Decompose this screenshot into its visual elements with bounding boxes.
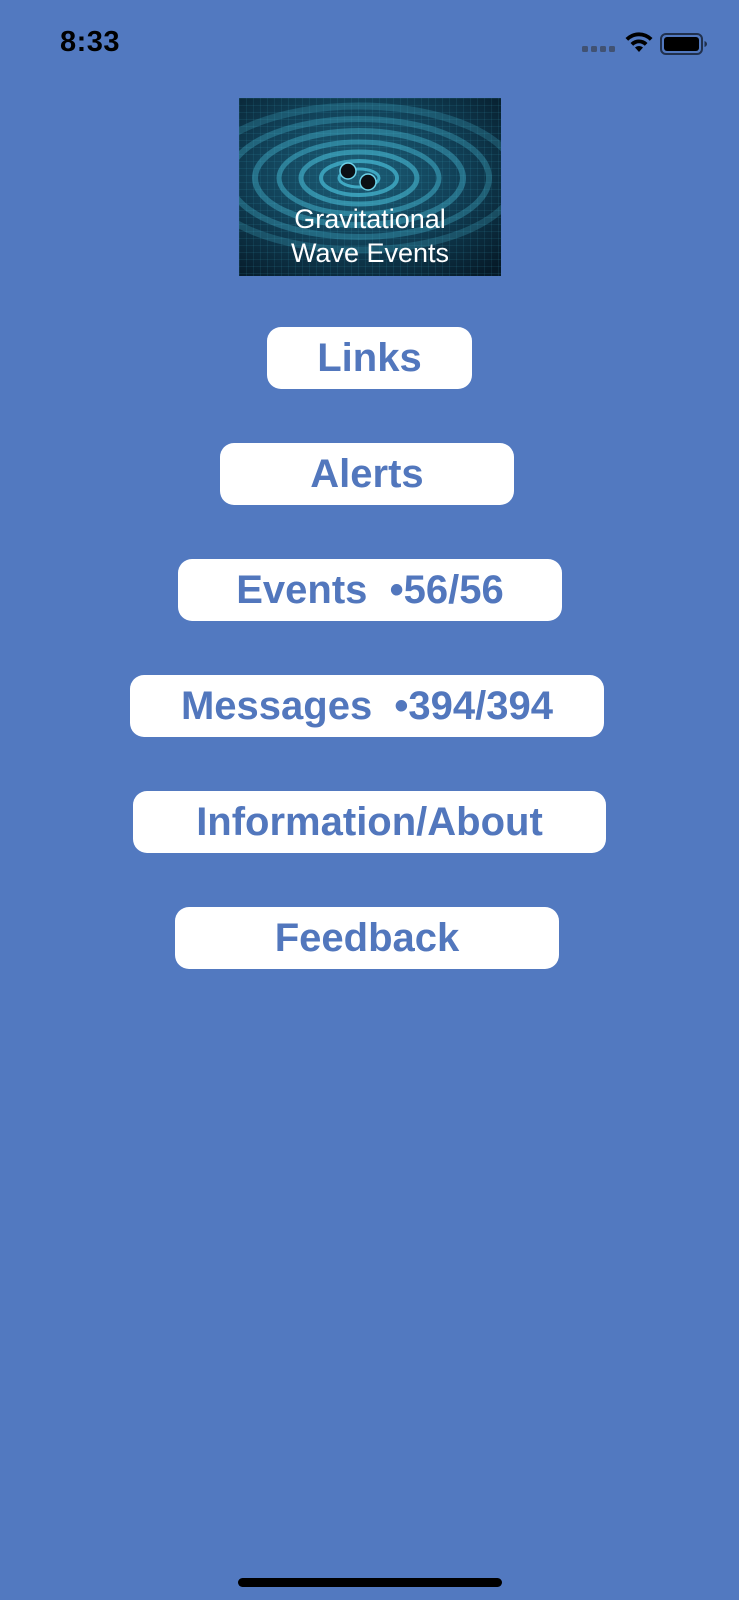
- battery-icon: [660, 33, 707, 55]
- information-about-button[interactable]: Information/About: [133, 791, 606, 853]
- app-screen: 8:33 Gravitational Wave Events Links Ale…: [0, 0, 739, 1600]
- alerts-button[interactable]: Alerts: [220, 443, 514, 505]
- wifi-icon: [625, 32, 653, 52]
- logo-title-line-2: Wave Events: [290, 238, 450, 268]
- feedback-button[interactable]: Feedback: [175, 907, 559, 969]
- app-logo: Gravitational Wave Events: [239, 98, 501, 276]
- status-time: 8:33: [60, 26, 121, 58]
- logo-title-line-1: Gravitational: [294, 204, 446, 234]
- home-indicator[interactable]: [238, 1578, 502, 1587]
- messages-button[interactable]: Messages •394/394: [130, 675, 604, 737]
- status-bar: 8:33: [0, 0, 739, 90]
- logo-title: Gravitational Wave Events: [239, 202, 501, 270]
- cellular-signal-icon: [582, 46, 618, 54]
- events-button[interactable]: Events •56/56: [178, 559, 562, 621]
- links-button[interactable]: Links: [267, 327, 472, 389]
